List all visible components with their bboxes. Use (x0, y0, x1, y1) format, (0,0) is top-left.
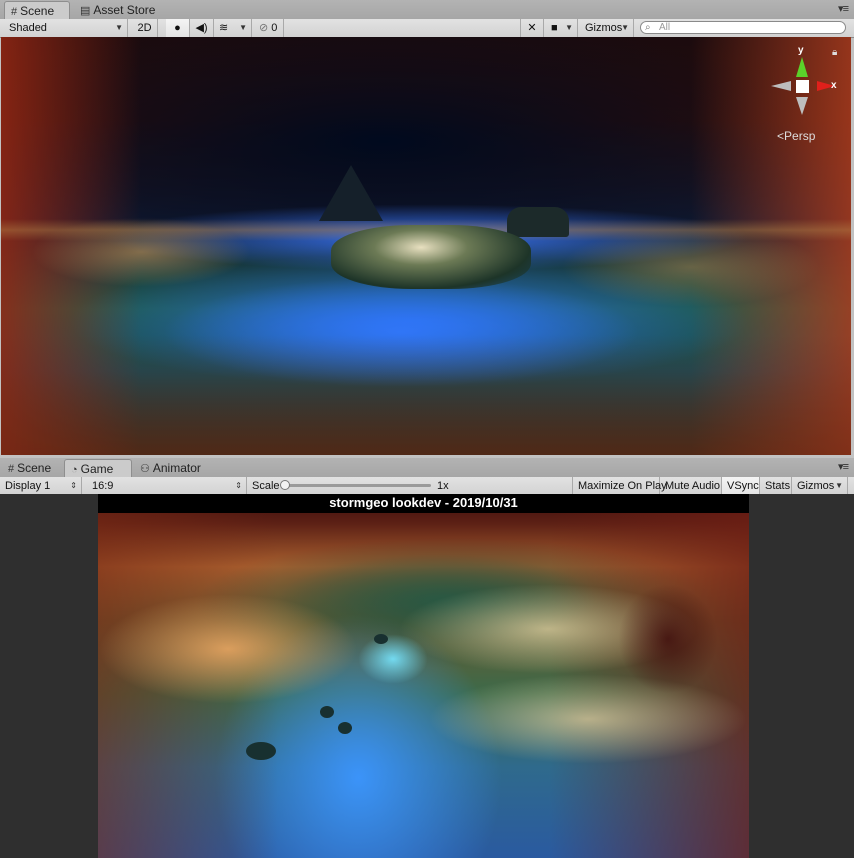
tab-asset-store[interactable]: ▤ Asset Store (74, 1, 166, 19)
game-overlay-title: stormgeo lookdev - 2019/10/31 (329, 495, 518, 510)
mute-audio-toggle[interactable]: Mute Audio (660, 477, 722, 495)
gizmo-negx-cone[interactable] (771, 81, 791, 91)
tab-game-label: Game (80, 462, 114, 476)
updown-arrow-icon: ⇕ (70, 481, 77, 490)
gizmo-center-cube[interactable] (796, 80, 809, 93)
audio-toggle[interactable]: ◀) (190, 19, 214, 37)
hidden-count: 0 (271, 22, 278, 34)
panel-menu-icon[interactable]: ▾≡ (838, 460, 849, 473)
tools-button[interactable]: ✕ (520, 19, 544, 37)
chevron-down-icon: ▼ (565, 23, 573, 32)
gizmo-negy-cone[interactable] (796, 97, 808, 115)
game-gizmos-dropdown[interactable]: Gizmos ▼ (792, 477, 848, 495)
chevron-down-icon: ▼ (621, 23, 629, 32)
search-icon: ⌕ (645, 22, 651, 33)
terrain-shadow (618, 584, 718, 694)
lock-icon[interactable]: 🔒︎ (832, 47, 837, 58)
perspective-icon: < (777, 129, 785, 143)
water-glow (358, 634, 428, 684)
game-viewport[interactable]: stormgeo lookdev - 2019/10/31 (98, 494, 749, 858)
gizmos-label: Gizmos (585, 22, 623, 34)
shading-mode-dropdown[interactable]: Shaded ▼ (4, 19, 128, 37)
scale-value: 1x (437, 480, 449, 492)
gizmos-dropdown[interactable]: Gizmos ▼ (580, 19, 634, 37)
terrain-island (331, 225, 531, 289)
gizmo-y-cone[interactable] (796, 57, 808, 77)
mesa-rock (507, 207, 569, 237)
search-input[interactable]: ⌕ All (640, 21, 846, 34)
aspect-value: 16:9 (92, 480, 114, 492)
search-placeholder: All (659, 22, 671, 33)
terrain-sand-3 (428, 674, 748, 764)
rock (338, 722, 352, 734)
lighting-toggle[interactable]: ● (166, 19, 190, 37)
orientation-gizmo[interactable]: y x 🔒︎ <Persp (765, 43, 849, 163)
chevron-down-icon: ▼ (115, 23, 123, 32)
scale-slider-handle[interactable] (280, 480, 290, 490)
scale-slider-track[interactable] (283, 484, 431, 487)
scene-toolbar: Shaded ▼ 2D ● ◀) ≋ ▼ ⊘ 0 ✕ ■ ▼ Gizmos ▼ … (0, 19, 854, 38)
updown-arrow-icon: ⇕ (235, 481, 242, 490)
camera-dropdown[interactable]: ■ ▼ (546, 19, 578, 37)
panel-menu-icon[interactable]: ▾≡ (838, 2, 849, 15)
rock (374, 634, 388, 644)
aspect-dropdown[interactable]: 16:9 ⇕ (87, 477, 247, 495)
effects-icon: ≋ (219, 22, 229, 34)
scene-tabbar: # Scene ▤ Asset Store ▾≡ (0, 0, 854, 20)
tab-animator[interactable]: ⚇ Animator (134, 459, 214, 477)
vsync-toggle[interactable]: VSync (722, 477, 760, 495)
game-tabbar: # Scene ◔ Game ⚇ Animator ▾≡ (0, 458, 854, 478)
eye-slash-icon: ⊘ (259, 22, 269, 34)
rock (246, 742, 276, 760)
camera-icon: ■ (551, 22, 558, 34)
maximize-on-play-toggle[interactable]: Maximize On Play (572, 477, 667, 495)
tab-animator-label: Animator (152, 461, 201, 475)
projection-toggle[interactable]: <Persp (777, 129, 815, 143)
store-icon: ▤ (80, 5, 91, 17)
display-value: Display 1 (5, 480, 51, 492)
stats-toggle[interactable]: Stats (760, 477, 792, 495)
gizmo-y-label: y (798, 45, 804, 56)
tab-scene-lower-label: Scene (17, 461, 52, 475)
hidden-objects-toggle[interactable]: ⊘ 0 (254, 19, 284, 37)
mode-2d-label: 2D (137, 22, 152, 34)
scene-bottom-glow (1, 335, 851, 455)
tools-icon: ✕ (527, 22, 537, 34)
display-dropdown[interactable]: Display 1 ⇕ (0, 477, 82, 495)
lightbulb-icon: ● (174, 22, 181, 34)
mode-2d-toggle[interactable]: 2D (132, 19, 158, 37)
shading-mode-value: Shaded (9, 22, 47, 34)
tab-game[interactable]: ◔ Game (64, 459, 132, 477)
grid-icon: # (8, 463, 15, 475)
tab-scene[interactable]: # Scene (4, 1, 70, 19)
scale-label: Scale (252, 480, 280, 492)
tab-scene-lower[interactable]: # Scene (2, 459, 62, 477)
effects-dropdown[interactable]: ≋ ▼ (214, 19, 252, 37)
chevron-down-icon: ▼ (239, 23, 247, 32)
game-gizmos-label: Gizmos (797, 480, 835, 492)
mountain-peak (319, 165, 383, 221)
tab-scene-label: Scene (20, 4, 55, 18)
projection-label: Persp (784, 129, 816, 143)
scene-viewport[interactable]: y x 🔒︎ <Persp (1, 37, 851, 455)
tab-asset-store-label: Asset Store (93, 3, 156, 17)
speaker-icon: ◀) (195, 22, 208, 34)
rock (320, 706, 334, 718)
terrain-sand-1 (98, 594, 358, 704)
chevron-down-icon: ▼ (835, 481, 843, 490)
gizmo-x-label: x (831, 80, 837, 91)
animator-icon: ⚇ (140, 463, 150, 475)
